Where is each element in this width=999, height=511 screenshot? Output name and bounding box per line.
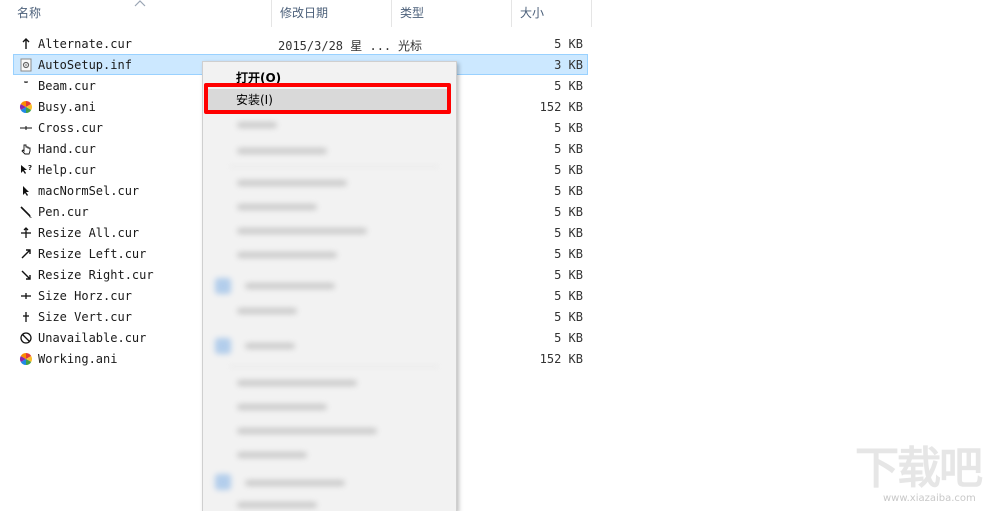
file-name: Size Vert.cur [38,310,132,324]
resize-all-cursor-icon [19,226,33,240]
blurred-menu-items [209,118,449,508]
file-size: 152 KB [539,100,583,114]
file-size: 5 KB [554,268,583,282]
file-name: Hand.cur [38,142,96,156]
watermark: 下载吧 www.xiazaiba.com [855,445,995,510]
file-size: 5 KB [554,226,583,240]
file-name: Help.cur [38,163,96,177]
unavailable-cursor-icon [19,331,33,345]
beam-cursor-icon [19,79,33,93]
file-size: 5 KB [554,142,583,156]
file-size: 5 KB [554,121,583,135]
size-vert-cursor-icon [19,310,33,324]
file-date: 2015/3/28 星 ... [278,39,392,53]
column-header: 名称 修改日期 类型 大小 [0,0,592,27]
setup-file-icon [19,58,33,72]
file-size: 152 KB [539,352,583,366]
file-name: Unavailable.cur [38,331,147,345]
file-size: 5 KB [554,289,583,303]
column-date-header[interactable]: 修改日期 [272,0,392,27]
context-menu: 打开(O) 安装(I) [202,61,457,511]
file-size: 5 KB [554,79,583,93]
help-cursor-icon: ? [19,163,33,177]
file-size: 5 KB [554,37,583,51]
file-size: 5 KB [554,205,583,219]
file-name: Resize All.cur [38,226,140,240]
file-size: 5 KB [554,247,583,261]
busy-wheel-icon [19,352,33,366]
file-name: Resize Right.cur [38,268,154,282]
file-name: Alternate.cur [38,37,132,51]
file-name: Working.ani [38,352,118,366]
file-name: AutoSetup.inf [38,58,132,72]
file-name: Pen.cur [38,205,89,219]
resize-left-cursor-icon [19,247,33,261]
file-size: 5 KB [554,331,583,345]
file-size: 5 KB [554,310,583,324]
column-type-header[interactable]: 类型 [392,0,512,27]
file-name: Size Horz.cur [38,289,132,303]
pen-cursor-icon [19,205,33,219]
column-size-header[interactable]: 大小 [512,0,592,27]
file-type: 光标 [398,39,423,53]
file-size: 3 KB [554,58,583,72]
file-size: 5 KB [554,184,583,198]
resize-right-cursor-icon [19,268,33,282]
svg-text:?: ? [28,164,32,172]
arrow-up-cursor-icon [19,37,33,51]
busy-wheel-icon [19,100,33,114]
file-name: macNormSel.cur [38,184,140,198]
hand-cursor-icon [19,142,33,156]
file-name: Busy.ani [38,100,96,114]
column-name-header[interactable]: 名称 [9,0,272,27]
cross-cursor-icon [19,121,33,135]
file-name: Cross.cur [38,121,104,135]
arrow-cursor-icon [19,184,33,198]
file-row[interactable]: Alternate.cur 2015/3/28 星 ... 光标 5 KB [13,33,588,54]
file-size: 5 KB [554,163,583,177]
size-horz-cursor-icon [19,289,33,303]
install-highlight-box [204,83,451,114]
file-name: Resize Left.cur [38,247,147,261]
file-name: Beam.cur [38,79,96,93]
watermark-logo: 下载吧 [855,443,983,494]
watermark-url: www.xiazaiba.com [883,493,976,504]
